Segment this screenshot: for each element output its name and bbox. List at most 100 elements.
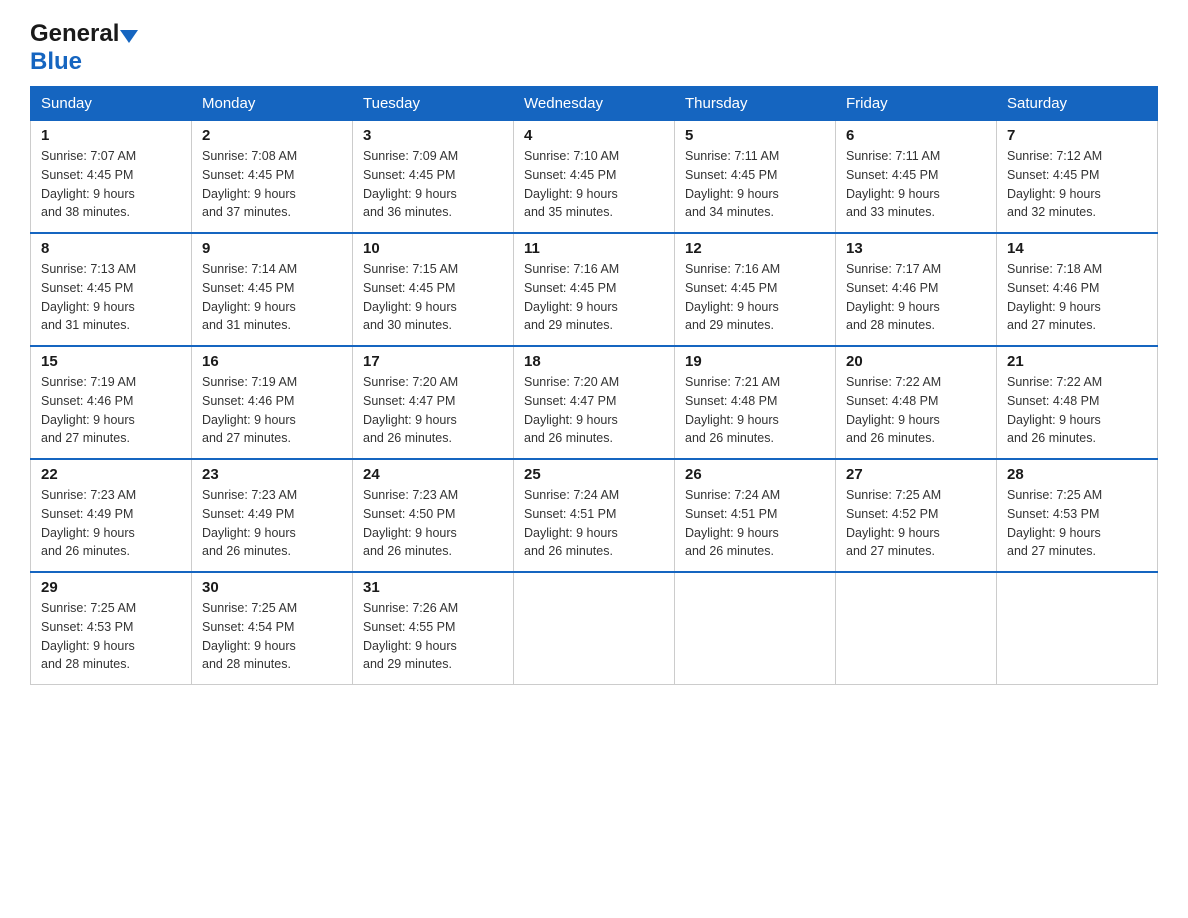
- logo-arrow-icon: [120, 30, 138, 43]
- day-info: Sunrise: 7:25 AMSunset: 4:53 PMDaylight:…: [1007, 486, 1147, 561]
- calendar-day-cell: [836, 572, 997, 685]
- calendar-day-cell: [514, 572, 675, 685]
- calendar-week-row: 15 Sunrise: 7:19 AMSunset: 4:46 PMDaylig…: [31, 346, 1158, 459]
- day-info: Sunrise: 7:17 AMSunset: 4:46 PMDaylight:…: [846, 260, 986, 335]
- day-number: 16: [202, 353, 342, 370]
- calendar-day-header: Tuesday: [353, 87, 514, 121]
- calendar-day-header: Monday: [192, 87, 353, 121]
- calendar-day-cell: 28 Sunrise: 7:25 AMSunset: 4:53 PMDaylig…: [997, 459, 1158, 572]
- calendar-day-cell: 27 Sunrise: 7:25 AMSunset: 4:52 PMDaylig…: [836, 459, 997, 572]
- day-number: 31: [363, 579, 503, 596]
- calendar-day-cell: 16 Sunrise: 7:19 AMSunset: 4:46 PMDaylig…: [192, 346, 353, 459]
- logo: General Blue: [30, 20, 138, 76]
- calendar-day-cell: 14 Sunrise: 7:18 AMSunset: 4:46 PMDaylig…: [997, 233, 1158, 346]
- calendar-day-header: Saturday: [997, 87, 1158, 121]
- day-info: Sunrise: 7:25 AMSunset: 4:54 PMDaylight:…: [202, 599, 342, 674]
- day-number: 29: [41, 579, 181, 596]
- calendar-header-row: SundayMondayTuesdayWednesdayThursdayFrid…: [31, 87, 1158, 121]
- day-info: Sunrise: 7:22 AMSunset: 4:48 PMDaylight:…: [1007, 373, 1147, 448]
- day-number: 2: [202, 127, 342, 144]
- day-number: 1: [41, 127, 181, 144]
- calendar-week-row: 22 Sunrise: 7:23 AMSunset: 4:49 PMDaylig…: [31, 459, 1158, 572]
- day-info: Sunrise: 7:23 AMSunset: 4:50 PMDaylight:…: [363, 486, 503, 561]
- day-number: 19: [685, 353, 825, 370]
- day-info: Sunrise: 7:19 AMSunset: 4:46 PMDaylight:…: [41, 373, 181, 448]
- calendar-day-header: Sunday: [31, 87, 192, 121]
- calendar-day-cell: 23 Sunrise: 7:23 AMSunset: 4:49 PMDaylig…: [192, 459, 353, 572]
- calendar-day-cell: 24 Sunrise: 7:23 AMSunset: 4:50 PMDaylig…: [353, 459, 514, 572]
- calendar-day-cell: 29 Sunrise: 7:25 AMSunset: 4:53 PMDaylig…: [31, 572, 192, 685]
- calendar-day-cell: 15 Sunrise: 7:19 AMSunset: 4:46 PMDaylig…: [31, 346, 192, 459]
- calendar-day-cell: 30 Sunrise: 7:25 AMSunset: 4:54 PMDaylig…: [192, 572, 353, 685]
- day-info: Sunrise: 7:14 AMSunset: 4:45 PMDaylight:…: [202, 260, 342, 335]
- day-info: Sunrise: 7:23 AMSunset: 4:49 PMDaylight:…: [41, 486, 181, 561]
- calendar-day-cell: 18 Sunrise: 7:20 AMSunset: 4:47 PMDaylig…: [514, 346, 675, 459]
- calendar-day-cell: 8 Sunrise: 7:13 AMSunset: 4:45 PMDayligh…: [31, 233, 192, 346]
- day-number: 15: [41, 353, 181, 370]
- page-header: General Blue: [30, 20, 1158, 76]
- day-info: Sunrise: 7:19 AMSunset: 4:46 PMDaylight:…: [202, 373, 342, 448]
- calendar-day-cell: 22 Sunrise: 7:23 AMSunset: 4:49 PMDaylig…: [31, 459, 192, 572]
- calendar-day-cell: 19 Sunrise: 7:21 AMSunset: 4:48 PMDaylig…: [675, 346, 836, 459]
- day-number: 4: [524, 127, 664, 144]
- calendar-day-cell: 25 Sunrise: 7:24 AMSunset: 4:51 PMDaylig…: [514, 459, 675, 572]
- day-number: 5: [685, 127, 825, 144]
- day-number: 18: [524, 353, 664, 370]
- calendar-week-row: 29 Sunrise: 7:25 AMSunset: 4:53 PMDaylig…: [31, 572, 1158, 685]
- calendar-day-cell: 5 Sunrise: 7:11 AMSunset: 4:45 PMDayligh…: [675, 121, 836, 234]
- calendar-day-cell: 2 Sunrise: 7:08 AMSunset: 4:45 PMDayligh…: [192, 121, 353, 234]
- day-info: Sunrise: 7:11 AMSunset: 4:45 PMDaylight:…: [846, 147, 986, 222]
- calendar-day-cell: 31 Sunrise: 7:26 AMSunset: 4:55 PMDaylig…: [353, 572, 514, 685]
- day-number: 13: [846, 240, 986, 257]
- calendar-day-cell: 13 Sunrise: 7:17 AMSunset: 4:46 PMDaylig…: [836, 233, 997, 346]
- day-info: Sunrise: 7:22 AMSunset: 4:48 PMDaylight:…: [846, 373, 986, 448]
- calendar-day-cell: 10 Sunrise: 7:15 AMSunset: 4:45 PMDaylig…: [353, 233, 514, 346]
- day-number: 3: [363, 127, 503, 144]
- day-number: 20: [846, 353, 986, 370]
- day-number: 25: [524, 466, 664, 483]
- calendar-day-header: Wednesday: [514, 87, 675, 121]
- calendar-day-cell: 6 Sunrise: 7:11 AMSunset: 4:45 PMDayligh…: [836, 121, 997, 234]
- day-info: Sunrise: 7:25 AMSunset: 4:52 PMDaylight:…: [846, 486, 986, 561]
- day-info: Sunrise: 7:07 AMSunset: 4:45 PMDaylight:…: [41, 147, 181, 222]
- calendar-day-cell: 7 Sunrise: 7:12 AMSunset: 4:45 PMDayligh…: [997, 121, 1158, 234]
- day-info: Sunrise: 7:20 AMSunset: 4:47 PMDaylight:…: [524, 373, 664, 448]
- day-info: Sunrise: 7:10 AMSunset: 4:45 PMDaylight:…: [524, 147, 664, 222]
- calendar-day-cell: 11 Sunrise: 7:16 AMSunset: 4:45 PMDaylig…: [514, 233, 675, 346]
- day-number: 24: [363, 466, 503, 483]
- day-info: Sunrise: 7:24 AMSunset: 4:51 PMDaylight:…: [524, 486, 664, 561]
- day-info: Sunrise: 7:15 AMSunset: 4:45 PMDaylight:…: [363, 260, 503, 335]
- day-info: Sunrise: 7:26 AMSunset: 4:55 PMDaylight:…: [363, 599, 503, 674]
- calendar-day-cell: 20 Sunrise: 7:22 AMSunset: 4:48 PMDaylig…: [836, 346, 997, 459]
- day-number: 14: [1007, 240, 1147, 257]
- day-info: Sunrise: 7:12 AMSunset: 4:45 PMDaylight:…: [1007, 147, 1147, 222]
- calendar-day-cell: 4 Sunrise: 7:10 AMSunset: 4:45 PMDayligh…: [514, 121, 675, 234]
- calendar-table: SundayMondayTuesdayWednesdayThursdayFrid…: [30, 86, 1158, 685]
- day-number: 21: [1007, 353, 1147, 370]
- day-info: Sunrise: 7:24 AMSunset: 4:51 PMDaylight:…: [685, 486, 825, 561]
- calendar-day-cell: 17 Sunrise: 7:20 AMSunset: 4:47 PMDaylig…: [353, 346, 514, 459]
- calendar-week-row: 1 Sunrise: 7:07 AMSunset: 4:45 PMDayligh…: [31, 121, 1158, 234]
- day-number: 22: [41, 466, 181, 483]
- day-number: 9: [202, 240, 342, 257]
- day-info: Sunrise: 7:20 AMSunset: 4:47 PMDaylight:…: [363, 373, 503, 448]
- calendar-day-cell: [675, 572, 836, 685]
- calendar-day-cell: 26 Sunrise: 7:24 AMSunset: 4:51 PMDaylig…: [675, 459, 836, 572]
- day-number: 11: [524, 240, 664, 257]
- day-number: 27: [846, 466, 986, 483]
- day-number: 23: [202, 466, 342, 483]
- day-info: Sunrise: 7:11 AMSunset: 4:45 PMDaylight:…: [685, 147, 825, 222]
- day-info: Sunrise: 7:16 AMSunset: 4:45 PMDaylight:…: [524, 260, 664, 335]
- logo-general-text: General: [30, 20, 119, 48]
- day-number: 30: [202, 579, 342, 596]
- day-number: 7: [1007, 127, 1147, 144]
- day-number: 12: [685, 240, 825, 257]
- logo-blue-text: Blue: [30, 48, 82, 76]
- day-info: Sunrise: 7:21 AMSunset: 4:48 PMDaylight:…: [685, 373, 825, 448]
- day-number: 17: [363, 353, 503, 370]
- calendar-day-cell: [997, 572, 1158, 685]
- calendar-day-cell: 21 Sunrise: 7:22 AMSunset: 4:48 PMDaylig…: [997, 346, 1158, 459]
- day-info: Sunrise: 7:13 AMSunset: 4:45 PMDaylight:…: [41, 260, 181, 335]
- day-number: 8: [41, 240, 181, 257]
- calendar-day-cell: 1 Sunrise: 7:07 AMSunset: 4:45 PMDayligh…: [31, 121, 192, 234]
